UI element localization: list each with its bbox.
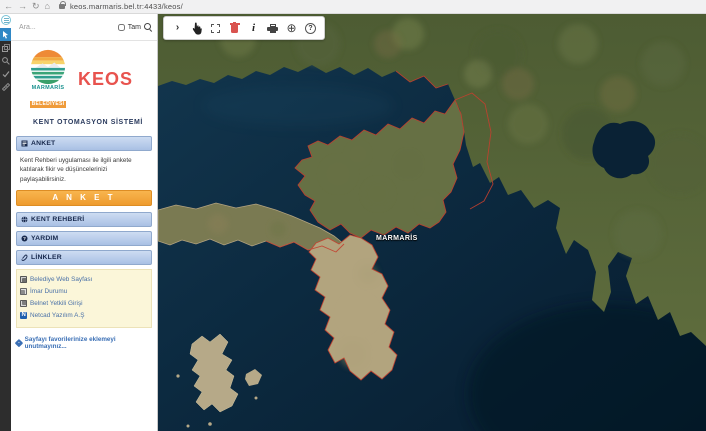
search-row: Tam: [11, 14, 157, 41]
help-icon: ?: [305, 23, 316, 34]
locate-button[interactable]: ⊕: [284, 20, 299, 36]
anket-button[interactable]: A N K E T: [16, 190, 152, 206]
tool-check[interactable]: [0, 67, 11, 80]
favorites-note: Sayfayı favorilerinize eklemeyi unutmayı…: [16, 336, 152, 350]
info-button[interactable]: i: [246, 20, 261, 36]
help-button[interactable]: ?: [303, 20, 318, 36]
link-netcad[interactable]: Netcad Yazılım A.Ş: [20, 310, 148, 322]
question-circle-icon: ?: [21, 235, 28, 242]
favorites-note-text: Sayfayı favorilerinize eklemeyi unutmayı…: [25, 336, 152, 350]
tool-search[interactable]: [0, 54, 11, 67]
satellite-map[interactable]: [158, 14, 706, 431]
tool-measure[interactable]: [0, 80, 11, 93]
zoning-icon: [20, 288, 27, 295]
ruler-icon: [2, 83, 10, 91]
home-icon[interactable]: ⌂: [45, 2, 50, 11]
marmaris-emblem-icon: [30, 49, 66, 85]
chevron-right-icon: ›: [176, 23, 179, 33]
section-label: KENT REHBERİ: [31, 216, 84, 223]
hand-icon: [191, 22, 202, 35]
layers-icon: [2, 44, 10, 52]
section-label: YARDIM: [31, 235, 58, 242]
section-label: LİNKLER: [31, 254, 62, 261]
browser-chrome: ← → ↻ ⌂ keos.marmaris.bel.tr:4433/keos/: [0, 0, 706, 14]
printer-icon: [267, 24, 278, 33]
magnifier-icon: [2, 57, 10, 65]
tool-select-cursor[interactable]: [0, 28, 11, 41]
system-subtitle: KENT OTOMASYON SİSTEMİ: [25, 119, 151, 126]
tool-layers[interactable]: [0, 41, 11, 54]
municipality-logo: MARMARİS BELEDİYESİ: [25, 49, 71, 110]
address-bar[interactable]: keos.marmaris.bel.tr:4433/keos/: [70, 2, 183, 11]
section-header-anket[interactable]: ANKET: [16, 136, 152, 151]
pan-button[interactable]: [189, 20, 204, 36]
menu-toggle-icon[interactable]: [1, 15, 11, 25]
refresh-icon[interactable]: ↻: [32, 2, 40, 11]
links-panel: Belediye Web Sayfası İmar Durumu Belnet …: [16, 269, 152, 328]
login-icon: [20, 300, 27, 307]
app-window: ← → ↻ ⌂ keos.marmaris.bel.tr:4433/keos/: [0, 0, 706, 431]
cursor-icon: [2, 31, 9, 39]
survey-icon: [21, 140, 28, 147]
globe-icon: [21, 216, 28, 223]
tag-icon: [15, 339, 23, 347]
logo-block: MARMARİS BELEDİYESİ KEOS KENT OTOMASYON …: [11, 41, 157, 130]
link-label: Belnet Yetkili Girişi: [30, 300, 83, 307]
lock-icon: [59, 4, 65, 9]
brand-title: KEOS: [78, 69, 133, 90]
trash-icon: [231, 25, 238, 33]
crosshair-icon: ⊕: [286, 22, 296, 34]
section-header-kent-rehberi[interactable]: KENT REHBERİ: [16, 212, 152, 227]
svg-text:?: ?: [23, 236, 26, 241]
paperclip-icon: [21, 254, 28, 261]
map-viewport[interactable]: MARMARİS › i: [158, 14, 706, 431]
place-label: MARMARİS: [376, 235, 418, 242]
search-input[interactable]: [19, 24, 115, 31]
sidebar-menu: ANKET Kent Rehberi uygulaması ile ilgili…: [11, 136, 157, 350]
netcad-icon: [20, 312, 27, 319]
link-imar-durumu[interactable]: İmar Durumu: [20, 286, 148, 298]
section-label: ANKET: [31, 140, 55, 147]
check-icon: [2, 70, 10, 78]
zoom-extent-button[interactable]: [208, 20, 223, 36]
link-label: Netcad Yazılım A.Ş: [30, 312, 84, 319]
link-label: Belediye Web Sayfası: [30, 276, 92, 283]
clear-button[interactable]: [227, 20, 242, 36]
extent-icon: [211, 24, 220, 33]
search-icon[interactable]: [144, 23, 152, 31]
sidebar: Tam: [11, 14, 158, 431]
print-button[interactable]: [265, 20, 280, 36]
forward-icon[interactable]: →: [18, 2, 27, 11]
municipality-type: BELEDİYESİ: [30, 101, 67, 108]
exact-match-checkbox[interactable]: [118, 24, 125, 31]
link-label: İmar Durumu: [30, 288, 67, 295]
section-header-linkler[interactable]: LİNKLER: [16, 250, 152, 265]
side-tool-strip: [0, 14, 11, 431]
website-icon: [20, 276, 27, 283]
anket-description: Kent Rehberi uygulaması ile ilgili anket…: [16, 155, 152, 189]
expand-button[interactable]: ›: [170, 20, 185, 36]
link-belnet-yetkili[interactable]: Belnet Yetkili Girişi: [20, 298, 148, 310]
municipality-name: MARMARİS: [25, 85, 71, 92]
map-toolbar: › i: [163, 16, 325, 40]
link-belediye-web[interactable]: Belediye Web Sayfası: [20, 274, 148, 286]
back-icon[interactable]: ←: [4, 2, 13, 11]
exact-match-label: Tam: [128, 24, 141, 31]
info-icon: i: [252, 22, 255, 34]
section-header-yardim[interactable]: ? YARDIM: [16, 231, 152, 246]
